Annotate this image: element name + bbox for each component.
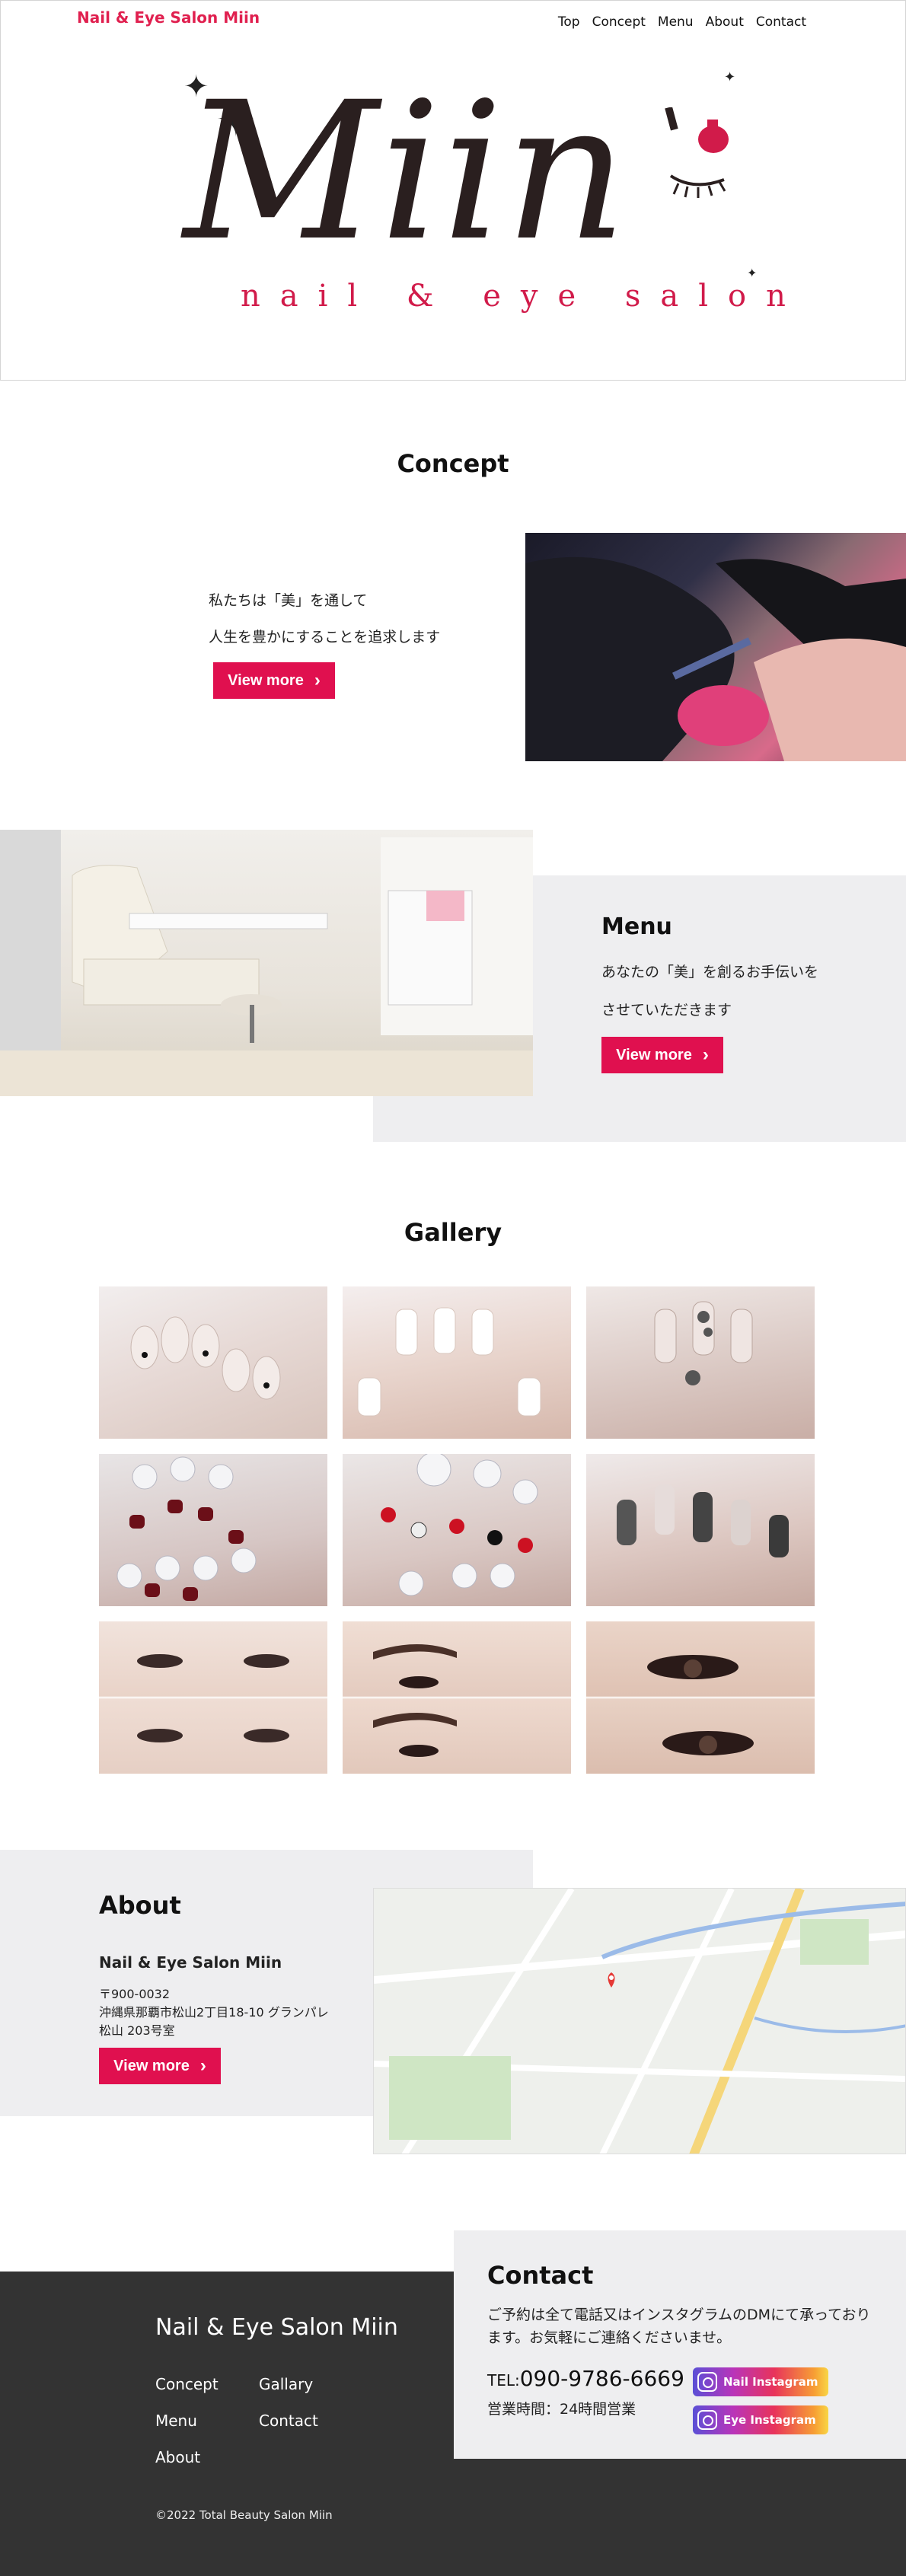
sparkle-icon: ✦ [724, 69, 736, 85]
nav-about[interactable]: About [706, 14, 744, 30]
logo-word: Miin [183, 61, 629, 282]
gallery-photo-nails[interactable] [586, 1454, 815, 1606]
gallery-photo-pedicure[interactable] [99, 1454, 327, 1606]
footer-nav: Concept Gallary Menu Contact About [155, 2375, 353, 2466]
footer-link-menu[interactable]: Menu [155, 2412, 259, 2430]
gallery-photo-eyelash[interactable] [99, 1621, 327, 1774]
gallery-photo-nails[interactable] [586, 1286, 815, 1439]
map-embed[interactable] [373, 1888, 906, 2154]
menu-view-more-button[interactable]: View more › [601, 1037, 723, 1073]
logo-subtitle: nail & eye salon [241, 279, 806, 314]
nail-polish-icon [665, 107, 729, 198]
menu-salon-photo [0, 830, 533, 1096]
gallery-photo-pedicure[interactable] [343, 1454, 571, 1606]
button-label: View more [616, 1046, 692, 1063]
nav-top[interactable]: Top [558, 14, 580, 30]
instagram-icon [697, 2372, 717, 2392]
address-line-1: 沖縄県那覇市松山2丁目18-10 グランパレ [99, 2005, 329, 2020]
concept-line-1: 私たちは「美」を通して [209, 592, 368, 609]
eye-instagram-label: Eye Instagram [723, 2413, 816, 2427]
about-title: About [99, 1891, 181, 1920]
menu-line-2: させていただきます [601, 1002, 732, 1019]
eye-instagram-button[interactable]: Eye Instagram [693, 2405, 828, 2434]
footer-brand: Nail & Eye Salon Miin [155, 2314, 398, 2341]
business-hours: 営業時間：24時間営業 [487, 2401, 636, 2418]
tel-number[interactable]: 090-9786-6669 [520, 2366, 684, 2391]
address-line-2: 松山 203号室 [99, 2023, 175, 2038]
nail-instagram-button[interactable]: Nail Instagram [693, 2367, 828, 2396]
nav-contact[interactable]: Contact [756, 14, 806, 30]
footer-link-about[interactable]: About [155, 2448, 259, 2466]
about-salon-name: Nail & Eye Salon Miin [99, 1953, 282, 1972]
concept-title: Concept [397, 449, 509, 478]
contact-phone: TEL:090-9786-6669 [487, 2366, 684, 2391]
footer-link-contact[interactable]: Contact [259, 2412, 353, 2430]
copyright: ©2022 Total Beauty Salon Miin [155, 2508, 333, 2522]
concept-line-2: 人生を豊かにすることを追求します [209, 629, 441, 646]
postal-code: 〒900-0032 [99, 1987, 171, 2001]
about-address: 〒900-0032 沖縄県那覇市松山2丁目18-10 グランパレ 松山 203号… [99, 1985, 329, 2040]
footer-link-concept[interactable]: Concept [155, 2375, 259, 2393]
contact-panel: Contact ご予約は全て電話又はインスタグラムのDMにて承っております。お気… [454, 2230, 906, 2459]
concept-view-more-button[interactable]: View more › [213, 662, 335, 699]
contact-title: Contact [487, 2261, 594, 2290]
about-view-more-button[interactable]: View more › [99, 2048, 221, 2084]
nail-instagram-label: Nail Instagram [723, 2375, 818, 2389]
contact-description: ご予約は全て電話又はインスタグラムのDMにて承っております。お気軽にご連絡くださ… [487, 2307, 871, 2346]
gallery-title: Gallery [404, 1218, 502, 1247]
chevron-right-icon: › [314, 670, 321, 690]
gallery-photo-eyelash[interactable] [586, 1621, 815, 1774]
button-label: View more [228, 671, 304, 689]
top-nav: Top Concept Menu About Contact [558, 14, 806, 30]
hero: Nail & Eye Salon Miin Top Concept Menu A… [0, 0, 906, 381]
menu-line-1: あなたの「美」を創るお手伝いを [601, 964, 819, 980]
gallery-grid [99, 1286, 815, 1774]
button-label: View more [113, 2057, 190, 2074]
gallery-photo-eyebrow[interactable] [343, 1621, 571, 1774]
page: Nail & Eye Salon Miin Top Concept Menu A… [0, 0, 906, 2576]
menu-title: Menu [601, 913, 672, 940]
gallery-photo-nails[interactable] [99, 1286, 327, 1439]
gallery-photo-nails[interactable] [343, 1286, 571, 1439]
concept-photo [525, 533, 906, 761]
instagram-icon [697, 2410, 717, 2430]
tel-label: TEL: [487, 2371, 520, 2389]
salon-logo: ✦ ✦ ✦ ✦ Miin nail & eye salon [168, 61, 786, 336]
footer-link-gallary[interactable]: Gallary [259, 2375, 353, 2393]
nav-menu[interactable]: Menu [658, 14, 694, 30]
brand-link[interactable]: Nail & Eye Salon Miin [77, 8, 260, 27]
chevron-right-icon: › [702, 1044, 709, 1065]
chevron-right-icon: › [199, 2055, 206, 2076]
nav-concept[interactable]: Concept [592, 14, 646, 30]
